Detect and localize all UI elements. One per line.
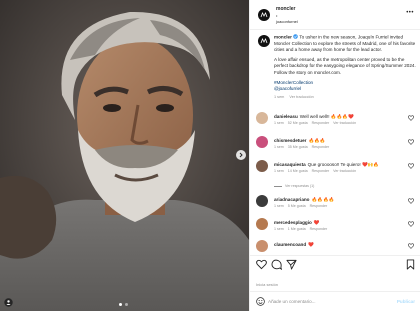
comment-time: 1 sem [274, 169, 284, 173]
view-replies-link[interactable]: Ver respuestas (1) [274, 184, 314, 188]
comment-body: ❤️ [313, 220, 320, 225]
reply-button[interactable]: Responder [312, 169, 330, 173]
comment-meta: 1 sem 5 Me gusta Responder [274, 204, 331, 208]
comment-item: claumencoand ❤️ [256, 240, 416, 254]
publish-button[interactable]: Publicar [397, 299, 415, 304]
reply-button[interactable]: Responder [310, 227, 328, 231]
comment-text-row: claumencoand ❤️ [274, 242, 314, 248]
comment-avatar[interactable] [256, 195, 268, 207]
caption-time: 1 sem [274, 95, 285, 100]
comment-body: Well well well!! 🔥🔥🔥❤️ [299, 114, 354, 119]
comment-item: danieleasu Well well well!! 🔥🔥🔥❤️ 1 sem 52… [256, 112, 416, 134]
comment-body: ❤️ [308, 242, 314, 247]
comment-username[interactable]: chismesdetuer [274, 138, 306, 143]
comment-avatar[interactable] [256, 218, 268, 230]
comment-item: micasaquiesta Que grooooso!! Te quiero! ❤… [256, 160, 416, 182]
comment-time: 1 sem [274, 121, 284, 125]
like-heart-icon[interactable] [408, 115, 414, 121]
carousel-indicator [119, 303, 128, 306]
verified-badge-icon [293, 34, 298, 39]
separator-dot: • [276, 13, 278, 18]
comment-username[interactable]: claumencoand [274, 242, 306, 247]
comment-username[interactable]: mercedesplaggio [274, 220, 312, 225]
brand-logo-icon [260, 12, 268, 18]
comment-avatar[interactable] [256, 240, 268, 252]
comment-avatar[interactable] [256, 136, 268, 148]
post-actions-bar [256, 259, 416, 273]
caption-username[interactable]: moncler [274, 35, 292, 40]
caption-text: moncler To usher in the new season, Joaq… [274, 34, 416, 92]
comment-likes[interactable]: 5 Me gusta [288, 204, 306, 208]
comment-input[interactable]: Añade un comentario... [268, 299, 316, 304]
actions-divider [250, 255, 420, 256]
comment-likes[interactable]: 52 Me gusta [288, 121, 308, 125]
comment-avatar[interactable] [256, 160, 268, 172]
caption-translate-link[interactable]: Ver traducción [289, 95, 313, 99]
comment-likes[interactable]: 1 Me gusta [288, 227, 306, 231]
post-username[interactable]: moncler [276, 6, 295, 12]
like-heart-icon[interactable] [408, 139, 414, 145]
comment-item: chismesdetuer 🔥🔥🔥 1 sem 35 Me gusta Respond… [256, 136, 416, 158]
like-heart-icon[interactable] [408, 163, 414, 169]
comment-text-row: ariadnacapriano 🔥🔥🔥🔥 [274, 197, 334, 203]
comment-avatar[interactable] [256, 112, 268, 124]
save-bookmark-icon[interactable] [405, 259, 416, 270]
share-button-icon[interactable] [286, 259, 297, 270]
likes-login-prompt[interactable]: Inicia sesión [256, 282, 278, 287]
comment-likes[interactable]: 35 Me gusta [288, 145, 308, 149]
comment-body: 🔥🔥🔥🔥 [311, 197, 335, 202]
next-photo-button[interactable] [236, 150, 246, 160]
comment-text-row: chismesdetuer 🔥🔥🔥 [274, 138, 326, 144]
reply-button[interactable]: Responder [310, 204, 328, 208]
reply-button[interactable]: Responder [312, 145, 330, 149]
instagram-post-view: moncler • joaconfurnel ••• moncler To us… [0, 0, 420, 311]
carousel-dot-active [119, 303, 122, 306]
like-heart-icon[interactable] [408, 198, 414, 204]
post-caption: moncler To usher in the new season, Joaq… [256, 34, 416, 99]
comment-meta: 1 sem 1 Me gusta Responder [274, 227, 331, 231]
like-heart-icon[interactable] [408, 221, 414, 227]
carousel-dot [125, 303, 128, 306]
comment-time: 1 sem [274, 204, 284, 208]
comment-time: 1 sem [274, 145, 284, 149]
comment-body: 🔥🔥🔥 [308, 138, 326, 143]
comment-text-row: micasaquiesta Que grooooso!! Te quiero! ❤… [274, 162, 379, 168]
brand-logo-icon [260, 38, 268, 44]
comment-username[interactable]: ariadnacapriano [274, 197, 310, 202]
translate-link[interactable]: Ver traducción [333, 169, 356, 173]
comment-item: ariadnacapriano 🔥🔥🔥🔥 1 sem 5 Me gusta Respo… [256, 195, 416, 217]
comment-text-row: mercedesplaggio ❤️ [274, 220, 320, 226]
caption-hashtags[interactable]: #MonclerCollection @joacofurriel [274, 80, 416, 92]
comment-button-icon[interactable] [271, 259, 282, 270]
comment-username[interactable]: danieleasu [274, 114, 298, 119]
tagged-users-icon[interactable] [4, 298, 13, 307]
profile-avatar[interactable] [258, 9, 270, 21]
add-comment-bar: Añade un comentario... Publicar [250, 292, 420, 311]
translate-link[interactable]: Ver traducción [333, 121, 356, 125]
post-header: moncler • joaconfurnel ••• [256, 5, 416, 25]
comment-text-row: danieleasu Well well well!! 🔥🔥🔥❤️ [274, 114, 354, 120]
comment-username[interactable]: micasaquiesta [274, 162, 306, 167]
like-button-icon[interactable] [256, 259, 267, 270]
portrait-image [0, 0, 249, 311]
caption-meta: 1 sem Ver traducción [274, 95, 416, 99]
comment-meta: 1 sem 52 Me gusta Responder Ver traducción [274, 121, 360, 125]
comment-likes[interactable]: 14 Me gusta [288, 169, 308, 173]
comment-item: mercedesplaggio ❤️ 1 sem 1 Me gusta Respond… [256, 218, 416, 240]
caption-paragraph-2: A love affair ensued, as the metropolita… [274, 57, 416, 75]
header-divider [250, 29, 420, 30]
comment-time: 1 sem [274, 227, 284, 231]
caption-avatar[interactable] [258, 35, 270, 47]
reply-button[interactable]: Responder [312, 121, 330, 125]
emoji-smile-icon[interactable] [256, 297, 265, 306]
like-heart-icon[interactable] [408, 243, 414, 249]
more-options-button[interactable]: ••• [406, 10, 414, 16]
chevron-right-icon [239, 152, 243, 158]
post-details-panel: moncler • joaconfurnel ••• moncler To us… [249, 0, 420, 311]
comment-meta: 1 sem 35 Me gusta Responder [274, 145, 333, 149]
post-photo[interactable] [0, 0, 249, 311]
post-location[interactable]: joaconfurnel [276, 19, 298, 24]
comment-body: Que grooooso!! Te quiero! ❤️🙌🔥 [307, 162, 380, 167]
comment-meta: 1 sem 14 Me gusta Responder Ver traducción [274, 169, 360, 173]
